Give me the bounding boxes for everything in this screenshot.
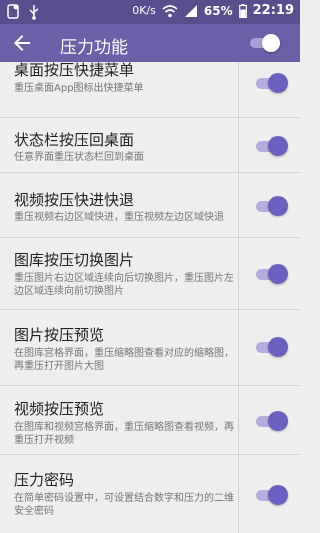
item-toggle[interactable] bbox=[254, 196, 288, 216]
master-toggle[interactable] bbox=[244, 34, 280, 52]
app-bar: 压力功能 bbox=[0, 24, 300, 62]
item-subtitle: 在图库和视频宫格界面，重压缩略图查看视频，再重压打开视频 bbox=[14, 422, 234, 446]
page-title: 压力功能 bbox=[60, 38, 128, 58]
item-subtitle: 重压桌面App图标出快捷菜单 bbox=[14, 83, 144, 94]
item-toggle[interactable] bbox=[254, 411, 288, 431]
battery-icon bbox=[238, 3, 247, 18]
toggle-knob bbox=[268, 264, 288, 284]
item-separator bbox=[238, 238, 239, 309]
item-title: 状态栏按压回桌面 bbox=[14, 131, 135, 149]
item-toggle[interactable] bbox=[254, 136, 288, 156]
item-toggle[interactable] bbox=[254, 73, 288, 93]
list-item[interactable]: 图库按压切换图片 重压图片右边区域连续向后切换图片，重压图片左边区域连续向前切换… bbox=[0, 238, 300, 310]
master-toggle-knob bbox=[262, 34, 280, 52]
list-item[interactable]: 视频按压预览 在图库和视频宫格界面，重压缩略图查看视频，再重压打开视频 bbox=[0, 386, 300, 455]
item-separator bbox=[238, 118, 239, 172]
toggle-knob bbox=[268, 136, 288, 156]
toggle-knob bbox=[268, 73, 288, 93]
item-title: 视频按压快进快退 bbox=[14, 191, 135, 209]
status-bar: 0K/s 65% 22:19 bbox=[0, 0, 300, 24]
list-item[interactable]: 状态栏按压回桌面 任意界面重压状态栏回到桌面 bbox=[0, 118, 300, 173]
item-separator bbox=[238, 62, 239, 117]
item-toggle[interactable] bbox=[254, 485, 288, 505]
toggle-knob bbox=[268, 196, 288, 216]
item-title: 压力密码 bbox=[14, 471, 75, 489]
list-item[interactable]: 压力密码 在简单密码设置中，可设置结合数字和压力的二维安全密码 bbox=[0, 455, 300, 533]
item-toggle[interactable] bbox=[254, 264, 288, 284]
signal-icon bbox=[184, 4, 197, 17]
item-subtitle: 重压图片右边区域连续向后切换图片，重压图片左边区域连续向前切换图片 bbox=[14, 273, 234, 297]
list-item[interactable]: 视频按压快进快退 重压视频右边区域快进，重压视频左边区域快退 bbox=[0, 173, 300, 238]
item-title: 桌面按压快捷菜单 bbox=[14, 62, 135, 79]
clock: 22:19 bbox=[252, 3, 294, 18]
settings-list: 桌面按压快捷菜单 重压桌面App图标出快捷菜单 状态栏按压回桌面 任意界面重压状… bbox=[0, 62, 300, 533]
toggle-knob bbox=[268, 411, 288, 431]
item-subtitle: 在简单密码设置中，可设置结合数字和压力的二维安全密码 bbox=[14, 493, 234, 517]
usb-icon bbox=[29, 5, 39, 20]
item-title: 图片按压预览 bbox=[14, 326, 105, 344]
item-title: 图库按压切换图片 bbox=[14, 251, 135, 269]
status-right-group: 0K/s 65% 22:19 bbox=[132, 3, 294, 18]
notification-icon bbox=[7, 4, 19, 19]
item-title: 视频按压预览 bbox=[14, 400, 105, 418]
item-separator bbox=[238, 455, 239, 533]
item-separator bbox=[238, 173, 239, 237]
toggle-knob bbox=[268, 485, 288, 505]
network-speed: 0K/s bbox=[132, 4, 156, 17]
battery-percent: 65% bbox=[203, 3, 233, 18]
wifi-icon bbox=[162, 4, 178, 17]
item-subtitle: 在图库宫格界面，重压缩略图查看对应的缩略图，再重压打开图片大图 bbox=[14, 348, 234, 372]
toggle-knob bbox=[268, 337, 288, 357]
item-separator bbox=[238, 310, 239, 385]
item-subtitle: 任意界面重压状态栏回到桌面 bbox=[14, 152, 144, 163]
status-left-icons bbox=[6, 4, 40, 20]
item-separator bbox=[238, 386, 239, 454]
list-item[interactable]: 图片按压预览 在图库宫格界面，重压缩略图查看对应的缩略图，再重压打开图片大图 bbox=[0, 310, 300, 386]
item-toggle[interactable] bbox=[254, 337, 288, 357]
list-item[interactable]: 桌面按压快捷菜单 重压桌面App图标出快捷菜单 bbox=[0, 62, 300, 118]
item-subtitle: 重压视频右边区域快进，重压视频左边区域快退 bbox=[14, 212, 224, 223]
arrow-left-icon[interactable] bbox=[10, 31, 34, 55]
